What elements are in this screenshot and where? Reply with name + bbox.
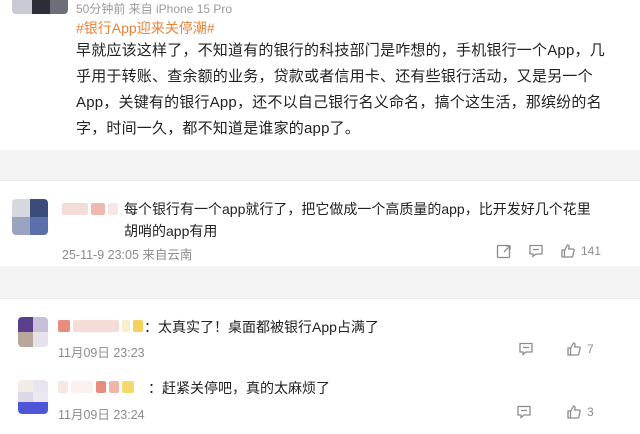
reply-time: 11月09日 23:23 <box>58 346 145 360</box>
reply-card: ：赶紧关停吧，真的太麻烦了 11月09日 23:24 3 <box>0 366 640 434</box>
comment-icon <box>529 244 543 258</box>
like-count: 141 <box>581 244 602 258</box>
share-button[interactable] <box>496 243 512 259</box>
replier-name[interactable] <box>58 320 143 332</box>
reply-card: ：太真实了！桌面都被银行App占满了 11月09日 23:23 7 <box>0 298 640 366</box>
commenter-avatar[interactable] <box>12 199 48 235</box>
comment-icon <box>519 342 533 356</box>
post-body: 早就应该这样了，不知道有的银行的科技部门是咋想的，手机银行一个App，几乎用于转… <box>76 42 605 137</box>
comment-card: 每个银行有一个app就行了，把它做成一个高质量的app，比开发好几个花里胡哨的a… <box>0 180 640 266</box>
author-avatar[interactable] <box>12 0 68 14</box>
share-icon <box>496 244 511 259</box>
replier-avatar[interactable] <box>18 317 48 347</box>
replier-avatar[interactable] <box>18 380 48 414</box>
like-button[interactable]: 3 <box>566 404 594 420</box>
reply-button[interactable] <box>518 341 534 357</box>
section-divider <box>0 150 640 180</box>
like-button[interactable]: 141 <box>560 243 601 259</box>
section-divider <box>0 266 640 298</box>
commenter-name[interactable] <box>62 203 118 215</box>
post-card: 50分钟前 来自 iPhone 15 Pro #银行App迎来关停潮# 早就应该… <box>0 0 640 150</box>
like-icon <box>567 405 581 419</box>
like-button[interactable]: 7 <box>566 341 594 357</box>
like-icon <box>567 342 581 356</box>
reply-button[interactable] <box>516 404 532 420</box>
comment-body: 每个银行有一个app就行了，把它做成一个高质量的app，比开发好几个花里胡哨的a… <box>124 201 591 239</box>
reply-button[interactable] <box>528 243 544 259</box>
like-count: 7 <box>587 342 594 356</box>
like-count: 3 <box>587 405 594 419</box>
like-icon <box>561 244 575 258</box>
reply-body: ：太真实了！桌面都被银行App占满了 <box>144 319 379 335</box>
reply-body: ：赶紧关停吧，真的太麻烦了 <box>148 380 330 396</box>
reply-time: 11月09日 23:24 <box>58 408 145 422</box>
topic-hashtag[interactable]: #银行App迎来关停潮# <box>76 18 214 38</box>
replier-name[interactable] <box>58 381 134 393</box>
comment-icon <box>517 405 531 419</box>
post-meta: 50分钟前 来自 iPhone 15 Pro <box>76 2 233 16</box>
comment-time: 25-11-9 23:05 来自云南 <box>62 248 193 262</box>
